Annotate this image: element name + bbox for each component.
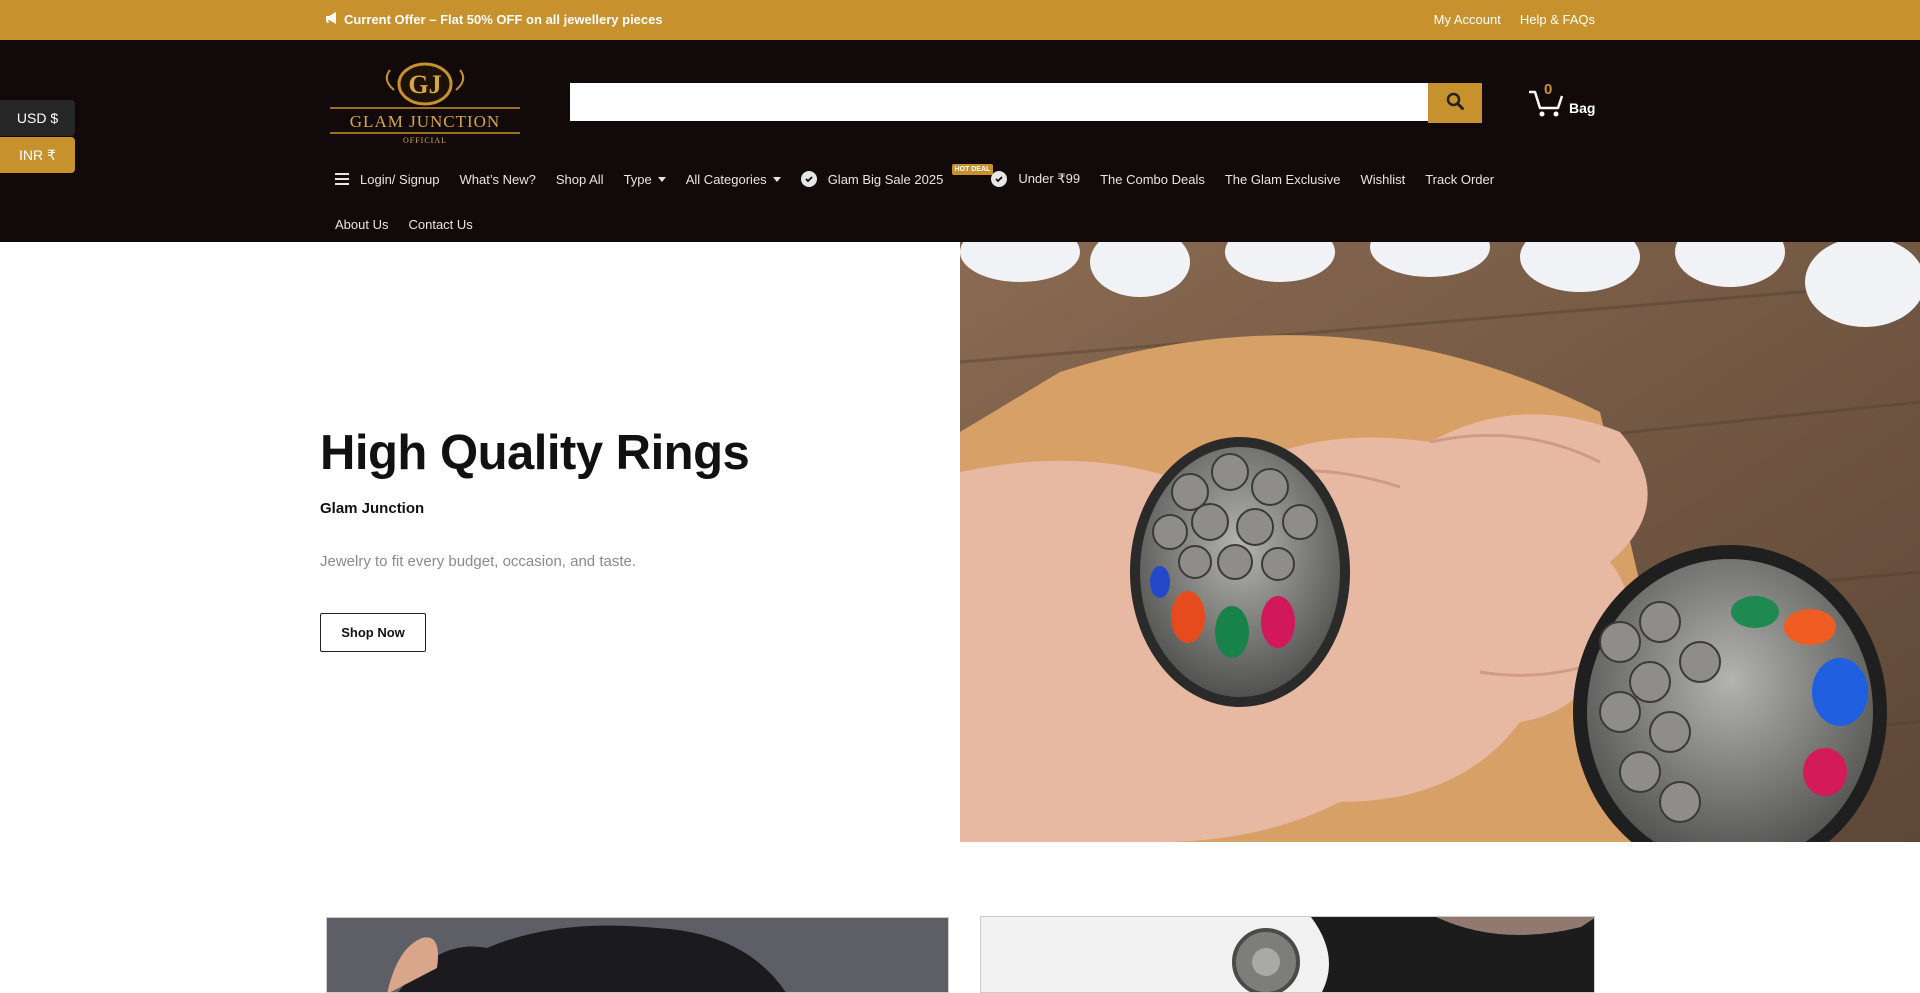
hero-subtitle: Glam Junction bbox=[320, 500, 425, 517]
offer-text: Current Offer – Flat 50% OFF on all jewe… bbox=[344, 12, 663, 27]
nav-about-us[interactable]: About Us bbox=[335, 217, 388, 232]
nav-label: Wishlist bbox=[1360, 171, 1406, 187]
nav-glam-exclusive[interactable]: The Glam Exclusive bbox=[1225, 172, 1341, 187]
nav-label: What’s New? bbox=[459, 171, 536, 187]
nav-login-signup[interactable]: Login/ Signup bbox=[335, 172, 440, 187]
logo-tagline: OFFICIAL bbox=[403, 136, 447, 144]
megaphone-icon bbox=[325, 12, 339, 27]
logo-name: GLAM JUNCTION bbox=[350, 112, 500, 131]
shop-now-button[interactable]: Shop Now bbox=[320, 613, 426, 652]
nav-all-categories[interactable]: All Categories bbox=[686, 172, 781, 187]
hero-title: High Quality Rings bbox=[320, 426, 750, 480]
nav-label: Contact Us bbox=[408, 216, 473, 232]
search-button[interactable] bbox=[1428, 83, 1482, 123]
nav-under-99[interactable]: Under ₹99 bbox=[991, 171, 1080, 187]
site-header: GJ GLAM JUNCTION OFFICIAL 0 Bag Login/ S… bbox=[0, 40, 1920, 242]
nav-combo-deals[interactable]: The Combo Deals bbox=[1100, 172, 1205, 187]
caret-down-icon bbox=[657, 176, 666, 182]
check-circle-icon bbox=[800, 171, 817, 187]
nav-contact-us[interactable]: Contact Us bbox=[408, 217, 472, 232]
search-input[interactable] bbox=[570, 83, 1428, 121]
announcement-bar: Current Offer – Flat 50% OFF on all jewe… bbox=[0, 0, 1920, 40]
cart-label: Bag bbox=[1569, 100, 1596, 116]
hot-deal-badge: HOT DEAL bbox=[951, 164, 994, 175]
nav-shop-all[interactable]: Shop All bbox=[556, 172, 604, 187]
nav-label: Under ₹99 bbox=[1018, 171, 1081, 186]
nav-label: All Categories bbox=[685, 171, 767, 187]
currency-usd-button[interactable]: USD $ bbox=[0, 100, 75, 136]
nav-label: About Us bbox=[335, 216, 389, 232]
my-account-link[interactable]: My Account bbox=[1434, 12, 1501, 27]
nav-glam-big-sale[interactable]: Glam Big Sale 2025 HOT DEAL bbox=[800, 164, 994, 187]
check-circle-icon bbox=[991, 171, 1008, 187]
site-logo[interactable]: GJ GLAM JUNCTION OFFICIAL bbox=[328, 54, 522, 145]
category-card-right[interactable] bbox=[980, 916, 1595, 993]
offer-banner: Current Offer – Flat 50% OFF on all jewe… bbox=[325, 12, 663, 27]
caret-down-icon bbox=[772, 176, 781, 182]
main-nav: Login/ Signup What’s New? Shop All Type … bbox=[335, 159, 1514, 199]
hero-image bbox=[960, 242, 1920, 842]
help-faqs-link[interactable]: Help & FAQs bbox=[1520, 12, 1595, 27]
nav-label: Shop All bbox=[555, 171, 604, 187]
cart-count: 0 bbox=[1544, 81, 1553, 98]
nav-label: Login/ Signup bbox=[360, 171, 440, 187]
hero-description: Jewelry to fit every budget, occasion, a… bbox=[320, 553, 637, 570]
nav-label: Type bbox=[623, 171, 652, 187]
search-icon bbox=[1446, 92, 1464, 115]
top-links: My Account Help & FAQs bbox=[1434, 12, 1595, 27]
nav-whats-new[interactable]: What’s New? bbox=[460, 172, 536, 187]
cart-button[interactable]: 0 Bag bbox=[1527, 81, 1597, 122]
currency-inr-button[interactable]: INR ₹ bbox=[0, 137, 75, 173]
logo-monogram: GJ bbox=[408, 70, 441, 99]
menu-icon bbox=[335, 173, 349, 185]
nav-type[interactable]: Type bbox=[624, 172, 666, 187]
nav-track-order[interactable]: Track Order bbox=[1425, 172, 1494, 187]
nav-wishlist[interactable]: Wishlist bbox=[1360, 172, 1405, 187]
nav-label: Glam Big Sale 2025 bbox=[827, 171, 944, 187]
nav-label: The Glam Exclusive bbox=[1224, 171, 1341, 187]
category-card-left[interactable] bbox=[326, 917, 949, 993]
nav-label: The Combo Deals bbox=[1100, 171, 1205, 187]
secondary-nav: About Us Contact Us bbox=[335, 204, 493, 244]
nav-label: Track Order bbox=[1425, 171, 1495, 187]
